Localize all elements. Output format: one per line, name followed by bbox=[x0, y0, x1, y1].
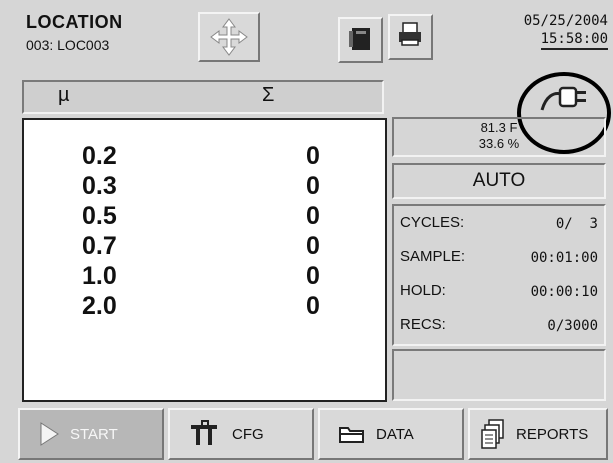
size-column-header: µ bbox=[58, 84, 70, 106]
message-area bbox=[392, 349, 606, 401]
printer-icon bbox=[399, 22, 421, 46]
stat-label: CYCLES: bbox=[400, 214, 465, 231]
particle-count: 0 bbox=[306, 202, 320, 230]
particle-count-table: 0.2 0 0.3 0 0.5 0 0.7 0 1.0 0 2.0 0 bbox=[22, 118, 387, 402]
table-row: 0.5 0 bbox=[24, 202, 385, 232]
stat-value: 0/3000 bbox=[547, 318, 598, 334]
particle-count: 0 bbox=[306, 292, 320, 320]
time-text: 15:58:00 bbox=[540, 30, 608, 50]
mode-display: AUTO bbox=[392, 163, 606, 199]
particle-size: 1.0 bbox=[82, 262, 117, 290]
stat-value: 00:01:00 bbox=[530, 250, 598, 266]
particle-size: 0.3 bbox=[82, 172, 117, 200]
particle-count: 0 bbox=[306, 172, 320, 200]
data-button[interactable]: DATA bbox=[318, 408, 464, 460]
count-column-header: Σ bbox=[262, 84, 275, 106]
move-arrows-icon bbox=[210, 18, 248, 56]
documents-icon bbox=[481, 419, 504, 449]
location-title: LOCATION bbox=[26, 12, 123, 32]
stat-value: 00:00:10 bbox=[530, 284, 598, 300]
play-icon bbox=[40, 422, 59, 446]
particle-size: 2.0 bbox=[82, 292, 117, 320]
datetime-display: 05/25/2004 15:58:00 bbox=[438, 12, 608, 50]
location-id: 003: LOC003 bbox=[26, 37, 110, 53]
start-button[interactable]: START bbox=[18, 408, 164, 460]
config-tools-icon bbox=[191, 420, 217, 445]
sample-stats-panel: CYCLES: 0/ 3 SAMPLE: 00:01:00 HOLD: 00:0… bbox=[392, 204, 606, 346]
notebook-button[interactable] bbox=[338, 17, 383, 63]
stat-row: RECS: 0/3000 bbox=[394, 310, 604, 340]
folder-icon bbox=[339, 427, 364, 443]
date-text: 05/25/2004 bbox=[523, 13, 608, 29]
table-row: 1.0 0 bbox=[24, 262, 385, 292]
stat-label: RECS: bbox=[400, 316, 446, 333]
particle-size: 0.5 bbox=[82, 202, 117, 230]
table-row: 0.3 0 bbox=[24, 172, 385, 202]
stat-row: CYCLES: 0/ 3 bbox=[394, 208, 604, 238]
reports-button-label: REPORTS bbox=[516, 425, 589, 443]
particle-counter-screen: LOCATION 003: LOC003 05/25/2004 15:58:00 bbox=[0, 0, 613, 463]
cfg-button[interactable]: CFG bbox=[168, 408, 314, 460]
table-row: 2.0 0 bbox=[24, 292, 385, 322]
particle-size: 0.7 bbox=[82, 232, 117, 260]
cfg-button-label: CFG bbox=[232, 425, 264, 443]
particle-count: 0 bbox=[306, 232, 320, 260]
stat-row: HOLD: 00:00:10 bbox=[394, 276, 604, 306]
column-header-bar bbox=[22, 80, 384, 114]
stat-label: HOLD: bbox=[400, 282, 446, 299]
notebook-icon bbox=[349, 28, 370, 50]
start-button-label: START bbox=[70, 425, 118, 443]
stat-label: SAMPLE: bbox=[400, 248, 466, 265]
temperature-value: 81.3 F bbox=[480, 120, 518, 135]
environment-readout: 81.3 F 33.6 % bbox=[392, 117, 606, 157]
particle-count: 0 bbox=[306, 142, 320, 170]
move-button[interactable] bbox=[198, 12, 260, 62]
data-button-label: DATA bbox=[376, 425, 414, 443]
particle-count: 0 bbox=[306, 262, 320, 290]
table-row: 0.2 0 bbox=[24, 142, 385, 172]
humidity-value: 33.6 % bbox=[478, 136, 520, 151]
stat-value: 0/ 3 bbox=[555, 216, 598, 232]
reports-button[interactable]: REPORTS bbox=[468, 408, 608, 460]
particle-size: 0.2 bbox=[82, 142, 117, 170]
table-row: 0.7 0 bbox=[24, 232, 385, 262]
print-button[interactable] bbox=[388, 14, 433, 60]
stat-row: SAMPLE: 00:01:00 bbox=[394, 242, 604, 272]
